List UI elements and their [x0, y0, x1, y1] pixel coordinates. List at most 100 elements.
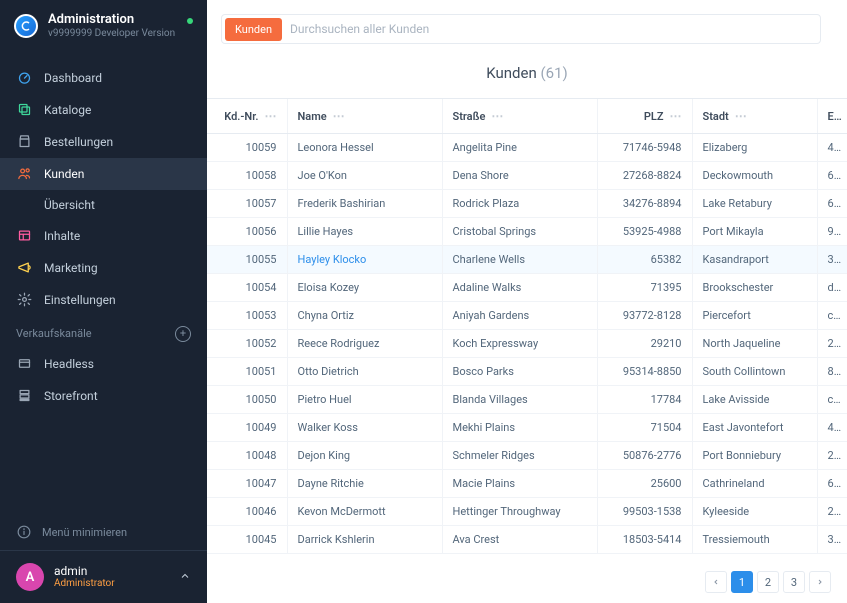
page-title: Kunden (61): [207, 50, 847, 98]
searchbar: Kunden Durchsuchen aller Kunden: [207, 0, 847, 50]
sidebar-item[interactable]: Kataloge: [0, 94, 207, 126]
cell-name: Leonora Hessel: [287, 134, 442, 162]
cell-name: Reece Rodriguez: [287, 330, 442, 358]
cell-name: Frederik Bashirian: [287, 190, 442, 218]
cell-plz: 71504: [597, 414, 692, 442]
cell-city: Elizaberg: [692, 134, 817, 162]
table-row[interactable]: 10052Reece RodriguezKoch Expressway29210…: [207, 330, 847, 358]
more-icon[interactable]: ⋯: [729, 109, 747, 123]
cell-nr: 10050: [207, 386, 287, 414]
cell-street: Dena Shore: [442, 162, 597, 190]
search-filter-chip[interactable]: Kunden: [225, 18, 282, 41]
sidebar-item-label: Marketing: [44, 261, 98, 275]
sidebar: Administration v9999999 Developer Versio…: [0, 0, 207, 603]
table-row[interactable]: 10045Darrick KshlerinAva Crest18503-5414…: [207, 526, 847, 554]
cell-email: 4c855d956c8d4: [817, 134, 847, 162]
settings-icon: [16, 292, 32, 308]
sidebar-item[interactable]: Marketing: [0, 252, 207, 284]
cell-city: Deckowmouth: [692, 162, 817, 190]
col-header-name[interactable]: Name⋯: [287, 99, 442, 134]
cell-street: Mekhi Plains: [442, 414, 597, 442]
minimise-menu-button[interactable]: Menü minimieren: [0, 514, 207, 550]
table-row[interactable]: 10046Kevon McDermottHettinger Throughway…: [207, 498, 847, 526]
table-row[interactable]: 10048Dejon KingSchmeler Ridges50876-2776…: [207, 442, 847, 470]
sidebar-item-label: Kataloge: [44, 103, 91, 117]
cell-name: Eloisa Kozey: [287, 274, 442, 302]
table-row[interactable]: 10055Hayley KlockoCharlene Wells65382Kas…: [207, 246, 847, 274]
search-placeholder: Durchsuchen aller Kunden: [286, 22, 429, 36]
more-icon[interactable]: ⋯: [327, 109, 345, 123]
cell-email: cd4bac04dccd46: [817, 386, 847, 414]
sidebar-item[interactable]: Dashboard: [0, 62, 207, 94]
page-next-button[interactable]: [809, 571, 831, 593]
cell-city: Kyleeside: [692, 498, 817, 526]
sidebar-item-label: Kunden: [44, 167, 84, 181]
cell-name: Chyna Ortiz: [287, 302, 442, 330]
col-header-city[interactable]: Stadt⋯: [692, 99, 817, 134]
cell-email: 32b029b7b73e4: [817, 246, 847, 274]
more-icon[interactable]: ⋯: [259, 109, 277, 123]
brand-logo-icon: [14, 14, 38, 38]
cell-email: 2a46b5286a744: [817, 330, 847, 358]
page-button[interactable]: 2: [757, 571, 779, 593]
content-icon: [16, 228, 32, 244]
cell-street: Cristobal Springs: [442, 218, 597, 246]
cell-nr: 10048: [207, 442, 287, 470]
cell-city: North Jaqueline: [692, 330, 817, 358]
cell-nr: 10059: [207, 134, 287, 162]
cell-plz: 25600: [597, 470, 692, 498]
user-name: admin: [54, 564, 169, 578]
channel-item[interactable]: Headless: [0, 348, 207, 380]
table-row[interactable]: 10058Joe O'KonDena Shore27268-8824Deckow…: [207, 162, 847, 190]
more-icon[interactable]: ⋯: [664, 109, 682, 123]
sidebar-item[interactable]: Bestellungen: [0, 126, 207, 158]
sidebar-item[interactable]: Kunden: [0, 158, 207, 190]
col-header-nr[interactable]: Kd.-Nr.⋯: [207, 99, 287, 134]
page-button[interactable]: 1: [731, 571, 753, 593]
dashboard-icon: [16, 70, 32, 86]
cell-plz: 71746-5948: [597, 134, 692, 162]
page-button[interactable]: 3: [783, 571, 805, 593]
cell-street: Macie Plains: [442, 470, 597, 498]
cell-city: Port Bonniebury: [692, 442, 817, 470]
sidebar-item[interactable]: Einstellungen: [0, 284, 207, 316]
table-row[interactable]: 10057Frederik BashirianRodrick Plaza3427…: [207, 190, 847, 218]
storefront-icon: [16, 388, 32, 404]
user-block[interactable]: A admin Administrator: [0, 550, 207, 603]
customer-link[interactable]: Hayley Klocko: [298, 253, 367, 266]
sidebar-item-label: Dashboard: [44, 71, 102, 85]
marketing-icon: [16, 260, 32, 276]
table-row[interactable]: 10050Pietro HuelBlanda Villages17784Lake…: [207, 386, 847, 414]
table-row[interactable]: 10053Chyna OrtizAniyah Gardens93772-8128…: [207, 302, 847, 330]
table-row[interactable]: 10047Dayne RitchieMacie Plains25600Cathr…: [207, 470, 847, 498]
cell-street: Angelita Pine: [442, 134, 597, 162]
cell-nr: 10047: [207, 470, 287, 498]
table-row[interactable]: 10059Leonora HesselAngelita Pine71746-59…: [207, 134, 847, 162]
channel-label: Headless: [44, 357, 94, 371]
col-header-plz[interactable]: PLZ⋯: [597, 99, 692, 134]
col-header-street[interactable]: Straße⋯: [442, 99, 597, 134]
avatar: A: [16, 563, 44, 591]
channel-item[interactable]: Storefront: [0, 380, 207, 412]
headless-icon: [16, 356, 32, 372]
table-row[interactable]: 10054Eloisa KozeyAdaline Walks71395Brook…: [207, 274, 847, 302]
cell-plz: 29210: [597, 330, 692, 358]
orders-icon: [16, 134, 32, 150]
cell-street: Rodrick Plaza: [442, 190, 597, 218]
sidebar-item[interactable]: Inhalte: [0, 220, 207, 252]
table-row[interactable]: 10051Otto DietrichBosco Parks95314-8850S…: [207, 358, 847, 386]
col-header-email[interactable]: E-Mail⋯: [817, 99, 847, 134]
cell-nr: 10046: [207, 498, 287, 526]
more-icon[interactable]: ⋯: [485, 109, 503, 123]
table-row[interactable]: 10056Lillie HayesCristobal Springs53925-…: [207, 218, 847, 246]
page-prev-button[interactable]: [705, 571, 727, 593]
search-input[interactable]: Kunden Durchsuchen aller Kunden: [221, 14, 821, 44]
add-channel-button[interactable]: +: [175, 326, 191, 342]
cell-plz: 53925-4988: [597, 218, 692, 246]
sidebar-subitem[interactable]: Übersicht: [0, 190, 207, 220]
table-row[interactable]: 10049Walker KossMekhi Plains71504East Ja…: [207, 414, 847, 442]
cell-email: 679836940b864: [817, 162, 847, 190]
cell-plz: 18503-5414: [597, 526, 692, 554]
cell-email: 3aca43dfe2e54a: [817, 526, 847, 554]
cell-street: Adaline Walks: [442, 274, 597, 302]
